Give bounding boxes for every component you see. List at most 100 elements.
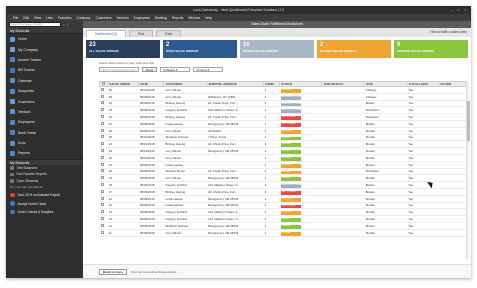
table-row[interactable]: 32 05/09/2018 Brittney Hwang 24, Chollo Dri… xyxy=(99,113,467,121)
table-row[interactable]: 19 05/09/2018 Cory Allman Montgomery, NE 68… xyxy=(99,174,467,183)
row-checkbox[interactable] xyxy=(101,223,104,227)
minimize-icon[interactable]: – xyxy=(449,7,454,14)
vertical-scrollbar[interactable] xyxy=(466,81,470,259)
action-cell[interactable] xyxy=(438,86,467,94)
fulfillable-select[interactable]: Fulfillable ▾ xyxy=(160,67,191,72)
menu-item-employees[interactable]: Employees xyxy=(134,16,150,20)
action-cell[interactable] xyxy=(438,188,467,196)
tab-dashboard[interactable]: Dashboard (23) xyxy=(86,30,127,37)
table-row[interactable]: 34 05/09/2018 Brittney Hwang 24, Chollo Dri… xyxy=(99,100,467,108)
table-row[interactable]: 14 05/09/2018 Gregory Forfolini 123, Madiso… xyxy=(99,208,467,217)
action-cell[interactable] xyxy=(438,161,467,169)
row-checkbox[interactable] xyxy=(101,135,104,139)
row-checkbox[interactable] xyxy=(101,101,104,105)
menu-item-banking[interactable]: Banking xyxy=(155,16,167,20)
row-checkbox[interactable] xyxy=(101,196,104,200)
batch-note[interactable]: Find out more about these actions xyxy=(131,270,176,274)
select-all-checkbox[interactable] xyxy=(101,82,105,85)
row-checkbox[interactable] xyxy=(101,230,104,234)
close-icon[interactable]: × xyxy=(463,7,468,14)
menu-item-favorites[interactable]: Favorites xyxy=(58,16,72,20)
row-checkbox[interactable] xyxy=(101,169,104,173)
table-row[interactable]: 25 05/19/2018 Abraham Tehnani 7 Drive, Texa… xyxy=(99,134,467,142)
action-cell[interactable] xyxy=(438,181,467,189)
action-cell[interactable] xyxy=(438,127,467,135)
search-input[interactable]: Search Company or Help xyxy=(9,22,61,27)
row-checkbox[interactable] xyxy=(101,203,104,207)
sidebar-item-bank-feeds[interactable]: Bank Feeds xyxy=(7,128,83,138)
menu-item-window[interactable]: Window xyxy=(188,16,200,20)
action-cell[interactable] xyxy=(438,147,467,155)
action-cell[interactable] xyxy=(438,113,467,121)
summary-tile[interactable]: 23 ALL SALES ORDERS xyxy=(86,40,160,58)
action-cell[interactable] xyxy=(438,93,467,101)
action-cell[interactable] xyxy=(438,120,467,128)
row-checkbox[interactable] xyxy=(101,108,104,112)
reset-button[interactable]: Reset xyxy=(142,67,158,72)
table-row[interactable]: 16 05/09/2018 Linda Lawson Montgomery, NE 6… xyxy=(99,195,467,203)
table-row[interactable]: 11 05/09/2018 Cory Allman Montgomery, NE 68… xyxy=(99,229,467,237)
action-cell[interactable] xyxy=(438,140,467,149)
action-cell[interactable] xyxy=(438,100,467,108)
menu-item-lists[interactable]: Lists xyxy=(46,16,53,20)
row-checkbox[interactable] xyxy=(101,128,104,132)
menu-item-file[interactable]: File xyxy=(13,16,18,20)
chevron-left-icon[interactable]: ‹ xyxy=(67,23,68,27)
sidebar-item-calendar[interactable]: Calendar xyxy=(7,76,83,86)
sidebar-item-docs[interactable]: Docs xyxy=(7,138,83,148)
table-row[interactable]: 33 05/09/2018 Gregory Forfolini 123, Madiso… xyxy=(99,106,467,115)
table-row[interactable]: 12 05/09/2018 Abraham Tehnani Montgomery, N… xyxy=(99,222,467,230)
row-checkbox[interactable] xyxy=(101,142,104,146)
table-row[interactable]: 20 05/09/2018 Stephen Brown 24, Chollo Driv… xyxy=(99,168,467,176)
table-row[interactable]: 31 05/09/2018 Linda Lawson Montgomery, NE 6… xyxy=(99,120,467,128)
action-cell[interactable] xyxy=(438,195,467,203)
table-row[interactable]: 13 05/09/2018 Gregory Forfolini 123, Madiso… xyxy=(99,215,467,223)
menu-item-company[interactable]: Company xyxy=(76,16,90,20)
table-row[interactable]: 30 05/09/2018 Cory Allman CA 90223 1 SHIPPED F… xyxy=(99,127,467,135)
action-cell[interactable] xyxy=(438,208,467,217)
sidebar-item-snapshots[interactable]: Snapshots xyxy=(7,86,83,96)
items-select[interactable]: All items ▾ xyxy=(193,67,224,72)
table-row[interactable]: 23 05/19/2018 Cory Allman Montgomery, NE 68… xyxy=(99,147,467,155)
row-checkbox[interactable] xyxy=(101,183,104,187)
menu-item-view[interactable]: View xyxy=(34,16,41,20)
menu-item-edit[interactable]: Edit xyxy=(23,16,29,20)
sidebar-item-income-tracker[interactable]: Income Tracker xyxy=(7,55,83,65)
row-checkbox[interactable] xyxy=(101,115,104,119)
table-row[interactable]: 22 05/19/2018 Cory Allman 1 PICKED Florida Yes xyxy=(99,154,467,162)
table-row[interactable]: 24 05/19/2018 Brittney Hwang 24, Chollo Dri… xyxy=(99,140,467,149)
batch-actions-button[interactable]: Batch Actions xyxy=(99,268,128,275)
action-cell[interactable] xyxy=(438,168,467,176)
table-row[interactable]: 15 05/09/2018 Linda Lawson Montgomery, NE 6… xyxy=(99,202,467,210)
action-cell[interactable] xyxy=(438,106,467,115)
menu-item-vendors[interactable]: Vendors xyxy=(117,16,129,20)
sidebar-item-employees[interactable]: Employees xyxy=(7,117,83,127)
tab-pack[interactable]: Pack xyxy=(156,30,182,37)
ad-item[interactable]: Accept Credit Cards xyxy=(7,199,83,208)
row-checkbox[interactable] xyxy=(101,94,104,98)
table-row[interactable]: 21 05/09/2018 Linda Lawson 1 SHIPPED Boston Ye… xyxy=(99,161,467,169)
table-row[interactable]: 35 05/09/2018 Cory Allman Whitsboro, NC 278… xyxy=(99,93,467,101)
row-checkbox[interactable] xyxy=(101,155,104,159)
action-cell[interactable] xyxy=(438,174,467,183)
row-checkbox[interactable] xyxy=(101,176,104,180)
search-icon[interactable]: ⌕ xyxy=(63,23,65,27)
order-search-input[interactable]: Search customer/sales order xyxy=(99,67,139,72)
action-cell[interactable] xyxy=(438,215,467,223)
action-cell[interactable] xyxy=(438,222,467,230)
tab-pick[interactable]: Pick xyxy=(129,30,154,37)
row-checkbox[interactable] xyxy=(101,210,104,214)
row-checkbox[interactable] xyxy=(101,121,104,125)
action-cell[interactable] xyxy=(438,134,467,142)
row-checkbox[interactable] xyxy=(101,162,104,166)
menu-item-reports[interactable]: Reports xyxy=(172,16,184,20)
sidebar-item-reports[interactable]: Reports xyxy=(7,148,83,158)
sidebar-item-home[interactable]: Home xyxy=(7,34,83,44)
summary-tile[interactable]: 9 SHIPPED SALES ORDERS xyxy=(394,40,468,58)
menu-item-customers[interactable]: Customers xyxy=(96,16,112,20)
ad-item[interactable]: Order Checks & Supplies xyxy=(7,208,83,217)
row-checkbox[interactable] xyxy=(101,149,104,153)
table-row[interactable]: 18 05/09/2018 Gregory Forfolini 123, Madiso… xyxy=(99,181,467,189)
action-cell[interactable] xyxy=(438,154,467,162)
menu-item-help[interactable]: Help xyxy=(205,16,212,20)
